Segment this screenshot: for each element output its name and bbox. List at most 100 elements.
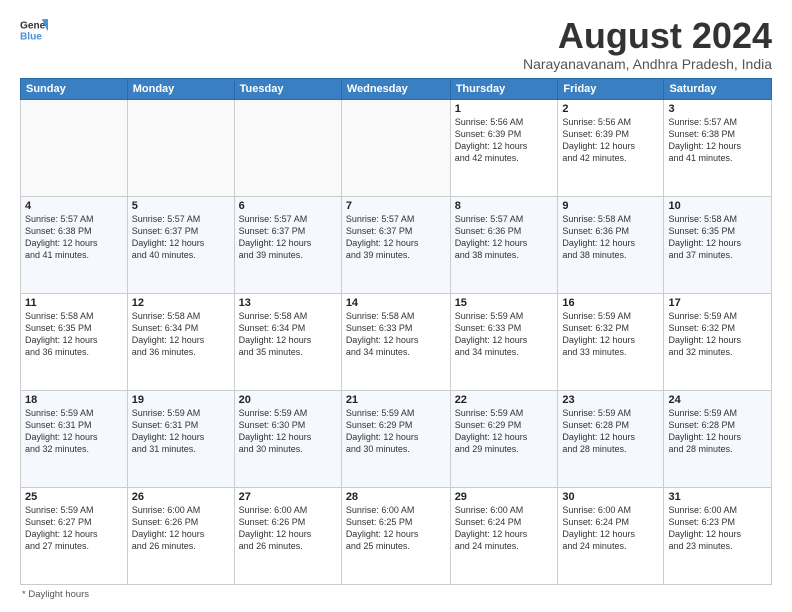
day-number: 25	[25, 491, 123, 503]
calendar-week-row: 18Sunrise: 5:59 AM Sunset: 6:31 PM Dayli…	[21, 390, 772, 487]
day-info: Sunrise: 5:57 AM Sunset: 6:37 PM Dayligh…	[346, 213, 446, 262]
day-info: Sunrise: 5:59 AM Sunset: 6:28 PM Dayligh…	[562, 407, 659, 456]
day-number: 10	[668, 200, 767, 212]
day-info: Sunrise: 5:58 AM Sunset: 6:33 PM Dayligh…	[346, 310, 446, 359]
calendar-cell: 19Sunrise: 5:59 AM Sunset: 6:31 PM Dayli…	[127, 390, 234, 487]
day-info: Sunrise: 5:58 AM Sunset: 6:34 PM Dayligh…	[132, 310, 230, 359]
day-number: 4	[25, 200, 123, 212]
calendar-cell: 5Sunrise: 5:57 AM Sunset: 6:37 PM Daylig…	[127, 196, 234, 293]
day-info: Sunrise: 5:59 AM Sunset: 6:29 PM Dayligh…	[455, 407, 554, 456]
day-info: Sunrise: 5:58 AM Sunset: 6:35 PM Dayligh…	[668, 213, 767, 262]
day-info: Sunrise: 6:00 AM Sunset: 6:24 PM Dayligh…	[455, 504, 554, 553]
day-info: Sunrise: 5:59 AM Sunset: 6:33 PM Dayligh…	[455, 310, 554, 359]
day-info: Sunrise: 5:58 AM Sunset: 6:34 PM Dayligh…	[239, 310, 337, 359]
day-info: Sunrise: 6:00 AM Sunset: 6:24 PM Dayligh…	[562, 504, 659, 553]
calendar-week-row: 1Sunrise: 5:56 AM Sunset: 6:39 PM Daylig…	[21, 99, 772, 196]
calendar-cell: 14Sunrise: 5:58 AM Sunset: 6:33 PM Dayli…	[341, 293, 450, 390]
day-info: Sunrise: 5:59 AM Sunset: 6:27 PM Dayligh…	[25, 504, 123, 553]
day-number: 16	[562, 297, 659, 309]
calendar-day-header-monday: Monday	[127, 78, 234, 99]
day-number: 12	[132, 297, 230, 309]
calendar-cell: 24Sunrise: 5:59 AM Sunset: 6:28 PM Dayli…	[664, 390, 772, 487]
day-number: 31	[668, 491, 767, 503]
calendar-week-row: 11Sunrise: 5:58 AM Sunset: 6:35 PM Dayli…	[21, 293, 772, 390]
day-number: 3	[668, 103, 767, 115]
calendar-cell: 11Sunrise: 5:58 AM Sunset: 6:35 PM Dayli…	[21, 293, 128, 390]
day-number: 24	[668, 394, 767, 406]
day-info: Sunrise: 5:59 AM Sunset: 6:32 PM Dayligh…	[562, 310, 659, 359]
calendar-cell: 22Sunrise: 5:59 AM Sunset: 6:29 PM Dayli…	[450, 390, 558, 487]
day-number: 8	[455, 200, 554, 212]
calendar-cell: 7Sunrise: 5:57 AM Sunset: 6:37 PM Daylig…	[341, 196, 450, 293]
day-info: Sunrise: 5:59 AM Sunset: 6:28 PM Dayligh…	[668, 407, 767, 456]
calendar-header-row: SundayMondayTuesdayWednesdayThursdayFrid…	[21, 78, 772, 99]
calendar-day-header-tuesday: Tuesday	[234, 78, 341, 99]
calendar-cell: 2Sunrise: 5:56 AM Sunset: 6:39 PM Daylig…	[558, 99, 664, 196]
calendar-cell: 1Sunrise: 5:56 AM Sunset: 6:39 PM Daylig…	[450, 99, 558, 196]
calendar-cell	[127, 99, 234, 196]
calendar-cell: 9Sunrise: 5:58 AM Sunset: 6:36 PM Daylig…	[558, 196, 664, 293]
calendar-cell: 10Sunrise: 5:58 AM Sunset: 6:35 PM Dayli…	[664, 196, 772, 293]
day-info: Sunrise: 5:59 AM Sunset: 6:32 PM Dayligh…	[668, 310, 767, 359]
calendar-cell	[21, 99, 128, 196]
calendar-day-header-sunday: Sunday	[21, 78, 128, 99]
day-number: 9	[562, 200, 659, 212]
day-number: 7	[346, 200, 446, 212]
calendar-cell	[341, 99, 450, 196]
day-info: Sunrise: 5:57 AM Sunset: 6:37 PM Dayligh…	[239, 213, 337, 262]
calendar-cell: 18Sunrise: 5:59 AM Sunset: 6:31 PM Dayli…	[21, 390, 128, 487]
day-number: 26	[132, 491, 230, 503]
calendar-cell: 27Sunrise: 6:00 AM Sunset: 6:26 PM Dayli…	[234, 487, 341, 584]
calendar-cell: 25Sunrise: 5:59 AM Sunset: 6:27 PM Dayli…	[21, 487, 128, 584]
day-info: Sunrise: 5:57 AM Sunset: 6:38 PM Dayligh…	[668, 116, 767, 165]
day-info: Sunrise: 5:58 AM Sunset: 6:36 PM Dayligh…	[562, 213, 659, 262]
calendar-cell: 29Sunrise: 6:00 AM Sunset: 6:24 PM Dayli…	[450, 487, 558, 584]
calendar-cell: 8Sunrise: 5:57 AM Sunset: 6:36 PM Daylig…	[450, 196, 558, 293]
title-block: August 2024 Narayanavanam, Andhra Prades…	[523, 16, 772, 72]
calendar-cell: 20Sunrise: 5:59 AM Sunset: 6:30 PM Dayli…	[234, 390, 341, 487]
subtitle: Narayanavanam, Andhra Pradesh, India	[523, 56, 772, 72]
calendar-day-header-thursday: Thursday	[450, 78, 558, 99]
calendar-cell: 4Sunrise: 5:57 AM Sunset: 6:38 PM Daylig…	[21, 196, 128, 293]
calendar-cell: 6Sunrise: 5:57 AM Sunset: 6:37 PM Daylig…	[234, 196, 341, 293]
day-number: 2	[562, 103, 659, 115]
day-number: 19	[132, 394, 230, 406]
page: General Blue August 2024 Narayanavanam, …	[0, 0, 792, 612]
footer-note: * Daylight hours	[20, 589, 772, 600]
calendar-cell	[234, 99, 341, 196]
day-info: Sunrise: 5:59 AM Sunset: 6:31 PM Dayligh…	[25, 407, 123, 456]
day-info: Sunrise: 5:58 AM Sunset: 6:35 PM Dayligh…	[25, 310, 123, 359]
calendar-cell: 16Sunrise: 5:59 AM Sunset: 6:32 PM Dayli…	[558, 293, 664, 390]
calendar-day-header-wednesday: Wednesday	[341, 78, 450, 99]
day-number: 11	[25, 297, 123, 309]
day-info: Sunrise: 5:57 AM Sunset: 6:36 PM Dayligh…	[455, 213, 554, 262]
day-info: Sunrise: 5:59 AM Sunset: 6:30 PM Dayligh…	[239, 407, 337, 456]
day-info: Sunrise: 5:59 AM Sunset: 6:29 PM Dayligh…	[346, 407, 446, 456]
day-number: 22	[455, 394, 554, 406]
calendar-day-header-friday: Friday	[558, 78, 664, 99]
day-number: 29	[455, 491, 554, 503]
day-number: 27	[239, 491, 337, 503]
calendar-cell: 30Sunrise: 6:00 AM Sunset: 6:24 PM Dayli…	[558, 487, 664, 584]
calendar-cell: 31Sunrise: 6:00 AM Sunset: 6:23 PM Dayli…	[664, 487, 772, 584]
day-number: 20	[239, 394, 337, 406]
day-info: Sunrise: 5:56 AM Sunset: 6:39 PM Dayligh…	[455, 116, 554, 165]
calendar-week-row: 25Sunrise: 5:59 AM Sunset: 6:27 PM Dayli…	[21, 487, 772, 584]
header: General Blue August 2024 Narayanavanam, …	[20, 16, 772, 72]
day-number: 30	[562, 491, 659, 503]
logo-icon: General Blue	[20, 16, 48, 44]
day-number: 15	[455, 297, 554, 309]
calendar-cell: 13Sunrise: 5:58 AM Sunset: 6:34 PM Dayli…	[234, 293, 341, 390]
calendar-cell: 28Sunrise: 6:00 AM Sunset: 6:25 PM Dayli…	[341, 487, 450, 584]
day-info: Sunrise: 5:56 AM Sunset: 6:39 PM Dayligh…	[562, 116, 659, 165]
day-info: Sunrise: 5:57 AM Sunset: 6:38 PM Dayligh…	[25, 213, 123, 262]
calendar-cell: 23Sunrise: 5:59 AM Sunset: 6:28 PM Dayli…	[558, 390, 664, 487]
day-number: 14	[346, 297, 446, 309]
svg-text:Blue: Blue	[20, 31, 42, 42]
calendar-table: SundayMondayTuesdayWednesdayThursdayFrid…	[20, 78, 772, 585]
day-number: 28	[346, 491, 446, 503]
main-title: August 2024	[523, 16, 772, 56]
calendar-cell: 26Sunrise: 6:00 AM Sunset: 6:26 PM Dayli…	[127, 487, 234, 584]
calendar-week-row: 4Sunrise: 5:57 AM Sunset: 6:38 PM Daylig…	[21, 196, 772, 293]
day-info: Sunrise: 6:00 AM Sunset: 6:26 PM Dayligh…	[132, 504, 230, 553]
